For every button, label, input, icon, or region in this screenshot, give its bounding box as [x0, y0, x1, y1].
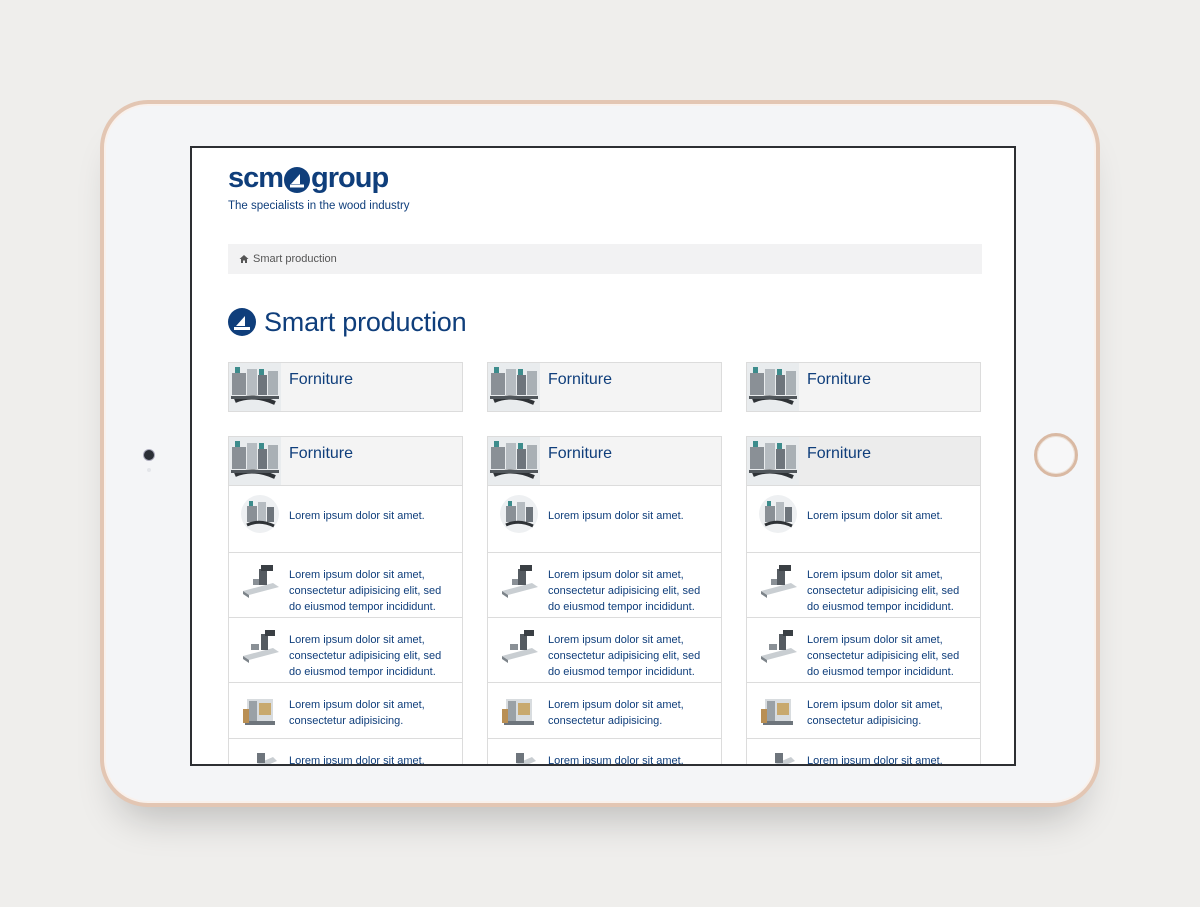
list-item-text: Lorem ipsum dolor sit amet. — [548, 510, 684, 522]
list-item[interactable]: Lorem ipsum dolor sit amet, — [488, 739, 721, 766]
machine-item-icon — [239, 561, 281, 601]
machine-thumbnail-icon — [488, 437, 540, 485]
machine-thumbnail-icon — [229, 363, 281, 411]
list-item[interactable]: Lorem ipsum dolor sit amet. — [488, 486, 721, 553]
tablet-screen: scm group The specialists in the wood in… — [190, 146, 1016, 766]
category-card[interactable]: Forniture — [746, 362, 981, 412]
category-card[interactable]: Forniture — [487, 362, 722, 412]
logo-scm-text: scm — [228, 162, 284, 194]
machine-thumbnail-icon — [488, 363, 540, 411]
home-icon[interactable] — [239, 254, 249, 264]
list-item[interactable]: Lorem ipsum dolor sit amet, — [747, 739, 980, 766]
machine-thumbnail-icon — [747, 437, 799, 485]
list-item[interactable]: Lorem ipsum dolor sit amet, consectetur … — [229, 683, 462, 739]
list-item-text: Lorem ipsum dolor sit amet, consectetur … — [548, 569, 701, 613]
list-item[interactable]: Lorem ipsum dolor sit amet, consectetur … — [488, 618, 721, 683]
category-card-expanded[interactable]: Forniture Lorem ipsum dolor sit amet. Lore… — [228, 436, 463, 766]
card-title: Forniture — [548, 445, 613, 462]
machine-item-icon — [498, 747, 540, 764]
card-header[interactable]: Forniture — [488, 363, 721, 411]
list-item-text: Lorem ipsum dolor sit amet, consectetur … — [289, 634, 442, 678]
list-item[interactable]: Lorem ipsum dolor sit amet. — [229, 486, 462, 553]
card-header[interactable]: Forniture — [229, 363, 462, 411]
machine-item-icon — [757, 691, 799, 731]
machine-item-icon — [239, 747, 281, 764]
card-header[interactable]: Forniture — [488, 437, 721, 486]
list-item-text: Lorem ipsum dolor sit amet, consectetur … — [289, 569, 442, 613]
list-item[interactable]: Lorem ipsum dolor sit amet, consectetur … — [229, 618, 462, 683]
machine-thumbnail-icon — [747, 363, 799, 411]
card-title: Forniture — [548, 371, 613, 388]
logo-wordmark: scm group — [228, 162, 389, 195]
list-item-text: Lorem ipsum dolor sit amet, — [548, 755, 684, 766]
card-title: Forniture — [807, 371, 872, 388]
list-item[interactable]: Lorem ipsum dolor sit amet, — [229, 739, 462, 766]
logo-tagline: The specialists in the wood industry — [228, 200, 410, 212]
list-item-text: Lorem ipsum dolor sit amet, consectetur … — [807, 699, 943, 727]
list-item[interactable]: Lorem ipsum dolor sit amet, consectetur … — [229, 553, 462, 618]
list-item[interactable]: Lorem ipsum dolor sit amet, consectetur … — [747, 618, 980, 683]
list-item[interactable]: Lorem ipsum dolor sit amet, consectetur … — [488, 683, 721, 739]
list-item[interactable]: Lorem ipsum dolor sit amet. — [747, 486, 980, 553]
card-header[interactable]: Forniture — [747, 363, 980, 411]
page-title-row: Smart production — [228, 304, 467, 340]
machine-item-icon — [757, 747, 799, 764]
category-card-expanded[interactable]: Forniture Lorem ipsum dolor sit amet. Lore… — [487, 436, 722, 766]
machine-item-icon — [498, 691, 540, 731]
list-item-text: Lorem ipsum dolor sit amet, — [807, 755, 943, 766]
card-title: Forniture — [807, 445, 872, 462]
list-item[interactable]: Lorem ipsum dolor sit amet, consectetur … — [747, 683, 980, 739]
machine-item-icon — [498, 561, 540, 601]
list-item-text: Lorem ipsum dolor sit amet, — [289, 755, 425, 766]
tablet-frame: scm group The specialists in the wood in… — [100, 100, 1100, 807]
machine-item-icon — [239, 626, 281, 666]
brand-mark-icon — [228, 308, 256, 336]
logo-group-text: group — [311, 162, 389, 194]
scm-group-logo[interactable]: scm group The specialists in the wood in… — [228, 162, 468, 216]
machine-item-icon — [757, 561, 799, 601]
breadcrumb-current: Smart production — [253, 253, 337, 265]
camera-sensor — [147, 468, 151, 472]
card-title: Forniture — [289, 371, 354, 388]
list-item-text: Lorem ipsum dolor sit amet. — [807, 510, 943, 522]
page-title: Smart production — [264, 306, 467, 337]
card-header[interactable]: Forniture — [229, 437, 462, 486]
card-header[interactable]: Forniture — [747, 437, 980, 486]
machine-item-icon — [498, 626, 540, 666]
list-item-text: Lorem ipsum dolor sit amet. — [289, 510, 425, 522]
list-item-text: Lorem ipsum dolor sit amet, consectetur … — [548, 634, 701, 678]
machine-item-icon — [498, 494, 540, 534]
list-item-text: Lorem ipsum dolor sit amet, consectetur … — [807, 634, 960, 678]
list-item-text: Lorem ipsum dolor sit amet, consectetur … — [548, 699, 684, 727]
card-title: Forniture — [289, 445, 354, 462]
machine-item-icon — [757, 626, 799, 666]
machine-item-icon — [239, 691, 281, 731]
machine-item-icon — [757, 494, 799, 534]
category-card[interactable]: Forniture — [228, 362, 463, 412]
list-item-text: Lorem ipsum dolor sit amet, consectetur … — [289, 699, 425, 727]
machine-thumbnail-icon — [229, 437, 281, 485]
list-item[interactable]: Lorem ipsum dolor sit amet, consectetur … — [747, 553, 980, 618]
list-item[interactable]: Lorem ipsum dolor sit amet, consectetur … — [488, 553, 721, 618]
machine-item-icon — [239, 494, 281, 534]
camera-lens — [144, 450, 154, 460]
breadcrumb: Smart production — [228, 244, 982, 274]
logo-mark-icon — [284, 166, 311, 193]
category-card-expanded[interactable]: Forniture Lorem ipsum dolor sit amet. Lore… — [746, 436, 981, 766]
list-item-text: Lorem ipsum dolor sit amet, consectetur … — [807, 569, 960, 613]
home-button[interactable] — [1034, 433, 1078, 477]
